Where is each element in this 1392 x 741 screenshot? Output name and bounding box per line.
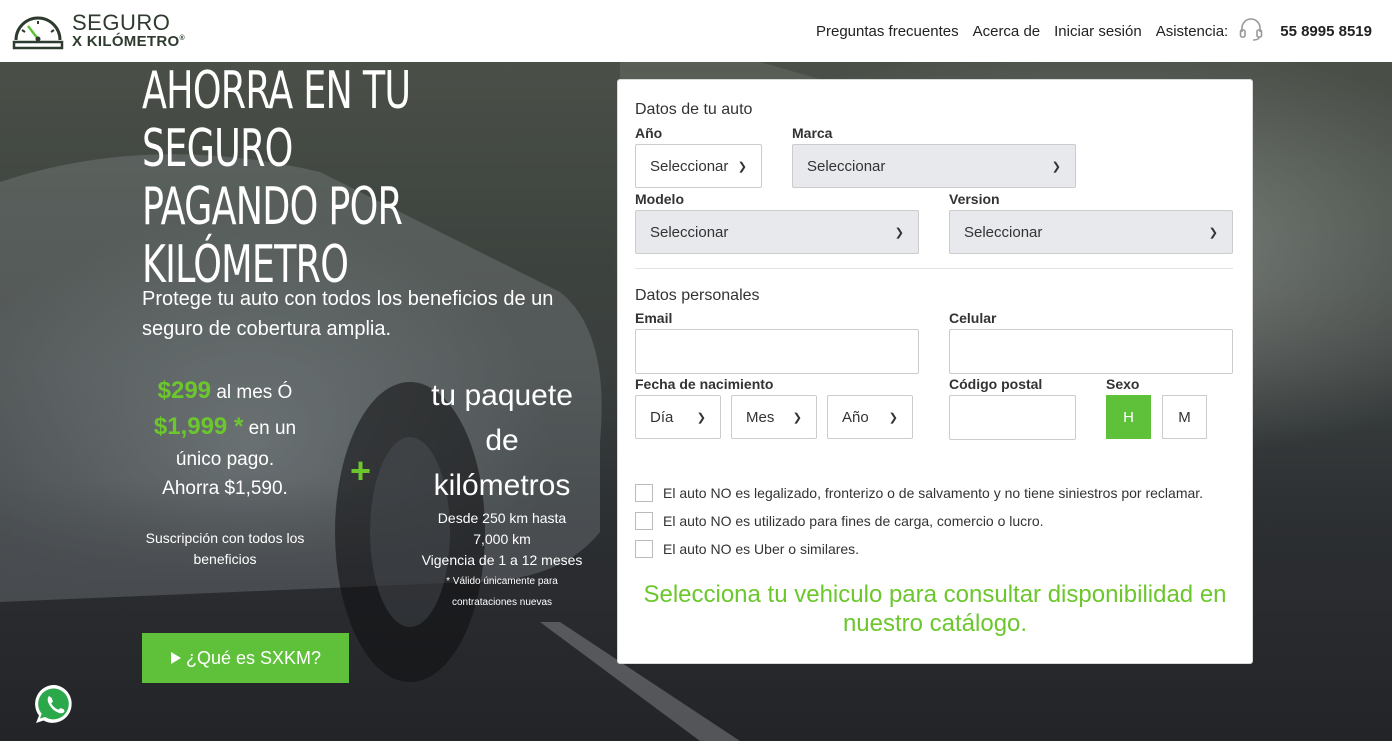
email-field[interactable]: [635, 329, 919, 374]
terms-checkbox[interactable]: [635, 484, 653, 502]
price-block: $299 al mes Ó $1,999 * en un único pago.…: [140, 374, 310, 504]
single-price: $1,999 *: [153, 413, 244, 440]
phone-label: Celular: [949, 310, 997, 326]
car-section-title: Datos de tu auto: [635, 101, 753, 118]
check-label: El auto NO es utilizado para fines de ca…: [663, 513, 1044, 529]
nav-about-link[interactable]: Acerca de: [973, 23, 1041, 40]
zip-field[interactable]: [949, 395, 1076, 440]
hero-subtitle: Protege tu auto con todos los beneficios…: [142, 288, 554, 340]
terms-checkbox[interactable]: [635, 540, 653, 558]
assistance-label: Asistencia:: [1155, 22, 1229, 40]
hero-title: Ahorra en tu seguro pagando por kilómetr…: [142, 62, 485, 294]
plus-sign: +: [350, 450, 372, 491]
chevron-down-icon: ❯: [894, 226, 904, 239]
package-title-line: de: [485, 424, 519, 457]
whatsapp-icon: [35, 684, 72, 723]
check-row[interactable]: El auto NO es Uber o similares.: [635, 540, 859, 558]
sex-label: Sexo: [1106, 376, 1140, 392]
headset-icon: [1238, 16, 1264, 46]
package-range: 7,000 km: [473, 531, 531, 547]
year-select-value: Seleccionar: [650, 157, 729, 175]
package-title: tu paquete de kilómetros: [412, 373, 592, 508]
model-select[interactable]: Seleccionar ❯: [635, 210, 919, 254]
year-select[interactable]: Seleccionar ❯: [635, 144, 762, 188]
availability-message: Selecciona tu vehiculo para consultar di…: [643, 581, 1227, 637]
chevron-down-icon: ❯: [1051, 160, 1061, 173]
single-price-suffix-2: único pago.: [175, 449, 275, 470]
nav-login-link[interactable]: Iniciar sesión: [1054, 23, 1142, 40]
top-nav: Preguntas frecuentes Acerca de Iniciar s…: [816, 0, 1372, 62]
single-price-suffix: en un: [248, 418, 297, 439]
package-details: Desde 250 km hasta 7,000 km Vigencia de …: [412, 508, 592, 571]
package-validity: Vigencia de 1 a 12 meses: [421, 552, 583, 568]
sex-female-button[interactable]: M: [1162, 395, 1207, 439]
model-label: Modelo: [635, 191, 684, 207]
birth-year-value: Año: [842, 408, 869, 426]
nav-faq-link[interactable]: Preguntas frecuentes: [816, 23, 959, 40]
chevron-down-icon: ❯: [888, 411, 898, 424]
chevron-down-icon: ❯: [737, 160, 747, 173]
package-note: * Válido únicamente para contrataciones …: [412, 571, 592, 613]
birthdate-label: Fecha de nacimiento: [635, 376, 774, 392]
package-range: Desde 250 km hasta: [437, 510, 567, 526]
email-label: Email: [635, 310, 673, 326]
check-row[interactable]: El auto NO es legalizado, fronterizo o d…: [635, 484, 1203, 502]
version-select-value: Seleccionar: [964, 223, 1043, 241]
birth-year-select[interactable]: Año ❯: [827, 395, 913, 439]
subscription-text: Suscripción con todos los beneficios: [145, 530, 305, 567]
what-is-sxkm-button[interactable]: ¿Qué es SXKM?: [142, 633, 349, 683]
monthly-price: $299: [157, 377, 212, 404]
brand-select[interactable]: Seleccionar ❯: [792, 144, 1076, 188]
zip-label: Código postal: [949, 376, 1043, 392]
brand-select-value: Seleccionar: [807, 157, 886, 175]
form-divider: [635, 268, 1233, 269]
year-label: Año: [635, 125, 663, 141]
birth-month-value: Mes: [746, 408, 775, 426]
chevron-down-icon: ❯: [696, 411, 706, 424]
brand-logo[interactable]: SEGURO X KILÓMETRO®: [12, 8, 192, 54]
terms-checkbox[interactable]: [635, 512, 653, 530]
model-select-value: Seleccionar: [650, 223, 729, 241]
chevron-down-icon: ❯: [1208, 226, 1218, 239]
quote-form-card: Datos de tu auto Año Seleccionar ❯ Marca…: [617, 79, 1253, 664]
monthly-price-suffix: al mes Ó: [216, 382, 293, 403]
whatsapp-button[interactable]: [33, 683, 77, 727]
registered-mark: ®: [179, 35, 185, 42]
assistance-phone-link[interactable]: 55 8995 8519: [1280, 23, 1372, 40]
brand-name-line2: X KILÓMETRO®: [72, 33, 185, 50]
play-icon: [170, 652, 181, 664]
package-note-line: contrataciones nuevas: [451, 597, 553, 608]
sex-male-button[interactable]: H: [1106, 395, 1151, 439]
version-label: Version: [949, 191, 1000, 207]
phone-field[interactable]: [949, 329, 1233, 374]
hero-title-line: pagando por: [142, 177, 403, 237]
site-header: SEGURO X KILÓMETRO® Preguntas frecuentes…: [0, 0, 1392, 62]
what-is-sxkm-label: ¿Qué es SXKM?: [185, 647, 322, 668]
birth-day-select[interactable]: Día ❯: [635, 395, 721, 439]
personal-section-title: Datos personales: [635, 287, 760, 304]
package-title-line: kilómetros: [433, 469, 571, 502]
birth-month-select[interactable]: Mes ❯: [731, 395, 817, 439]
check-label: El auto NO es Uber o similares.: [663, 541, 860, 557]
version-select[interactable]: Seleccionar ❯: [949, 210, 1233, 254]
birth-day-value: Día: [650, 408, 674, 426]
package-note-line: * Válido únicamente para: [446, 576, 558, 587]
speedometer-logo-icon: [12, 16, 64, 50]
saving-text: Ahorra $1,590.: [162, 478, 288, 499]
brand-label: Marca: [792, 125, 833, 141]
package-title-line: tu paquete: [431, 379, 573, 412]
check-label: El auto NO es legalizado, fronterizo o d…: [663, 485, 1204, 501]
chevron-down-icon: ❯: [792, 411, 802, 424]
hero-title-line: Ahorra en tu seguro: [142, 62, 411, 179]
check-row[interactable]: El auto NO es utilizado para fines de ca…: [635, 512, 1044, 530]
